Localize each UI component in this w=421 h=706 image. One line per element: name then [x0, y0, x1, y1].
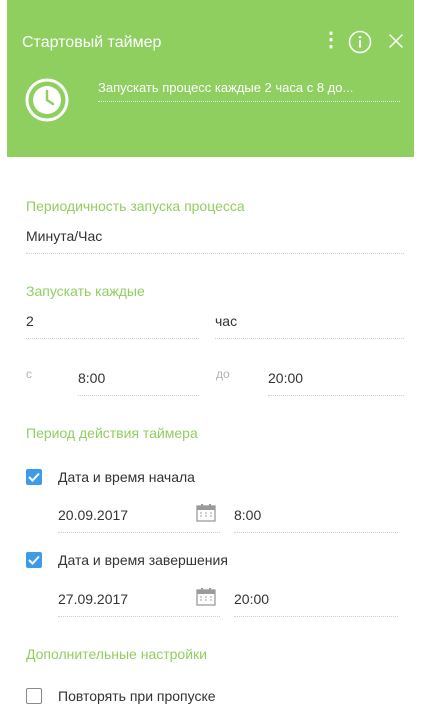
calendar-icon[interactable] [196, 504, 216, 522]
extra-section-label: Дополнительные настройки [26, 646, 207, 662]
from-time-field[interactable]: 8:00 [78, 370, 199, 396]
end-date-label: Дата и время завершения [58, 552, 228, 568]
timer-icon [25, 78, 69, 122]
frequency-field[interactable]: Минута/Час [26, 228, 404, 254]
check-icon [28, 555, 40, 565]
repeat-label: Повторять при пропуске [58, 688, 216, 704]
from-label: с [26, 367, 32, 381]
start-date-label: Дата и время начала [58, 469, 195, 485]
frequency-section-label: Периодичность запуска процесса [26, 198, 245, 214]
period-section-label: Период действия таймера [26, 425, 198, 441]
end-date-checkbox[interactable] [26, 552, 42, 568]
run-every-value-field[interactable]: 2 [26, 313, 199, 339]
to-time-field[interactable]: 20:00 [268, 370, 404, 396]
to-label: до [216, 367, 230, 381]
start-date-checkbox[interactable] [26, 469, 42, 485]
start-time-field[interactable]: 8:00 [234, 507, 398, 533]
element-title: Стартовый таймер [22, 34, 162, 51]
check-icon [28, 472, 40, 482]
run-every-unit-field[interactable]: час [215, 313, 404, 339]
process-description-field[interactable]: Запускать процесс каждые 2 часа с 8 до..… [98, 80, 400, 102]
calendar-icon[interactable] [196, 588, 216, 606]
info-icon[interactable] [348, 30, 372, 54]
close-icon[interactable] [388, 33, 404, 49]
run-every-section-label: Запускать каждые [26, 283, 145, 299]
repeat-checkbox[interactable] [26, 688, 42, 704]
more-vertical-icon[interactable]: ⋮ [321, 30, 341, 54]
element-header: Стартовый таймер ⋮ Запускать процесс каж… [7, 0, 414, 157]
end-time-field[interactable]: 20:00 [234, 591, 398, 617]
